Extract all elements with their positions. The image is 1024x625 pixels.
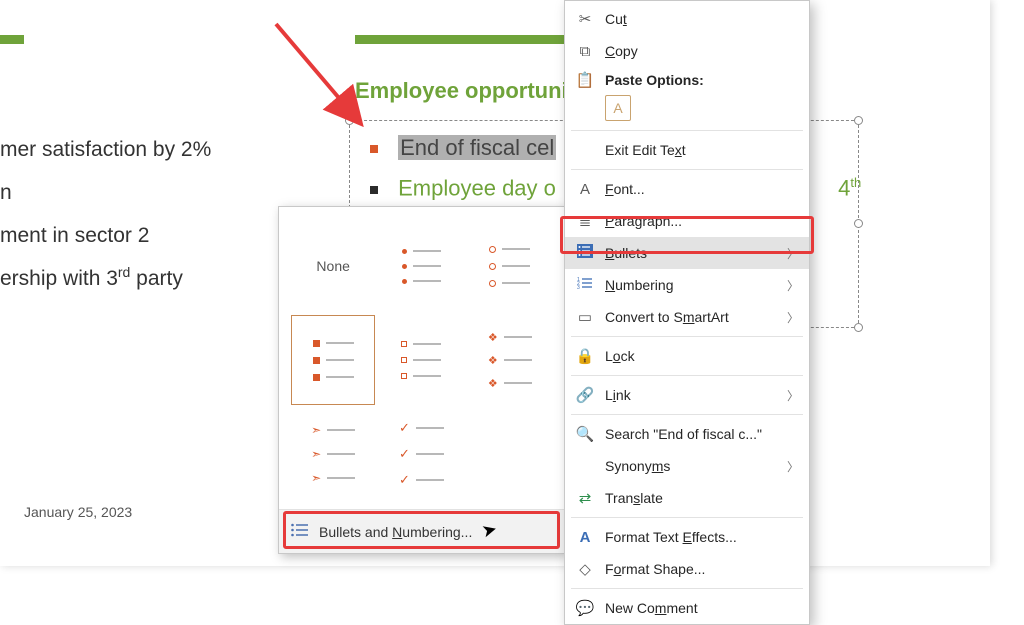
ctx-synonyms[interactable]: Synonyms 〉 <box>565 450 809 482</box>
submenu-arrow-icon: 〉 <box>787 309 799 326</box>
annotation-arrow <box>268 18 378 128</box>
bullet-text[interactable]: Employee day o <box>398 175 556 200</box>
bullet-option-hollow-square[interactable] <box>379 315 463 405</box>
format-shape-icon: ◇ <box>575 560 595 578</box>
section-title: Employee opportuni <box>355 78 568 104</box>
ctx-translate[interactable]: ⇄ Translate <box>565 482 809 514</box>
submenu-arrow-icon: 〉 <box>787 387 799 404</box>
ctx-copy[interactable]: ⧉ Copy <box>565 35 809 67</box>
slide-date: January 25, 2023 <box>24 504 132 520</box>
gallery-footer-label: Bullets and Numbering... <box>319 524 472 540</box>
separator <box>571 130 803 131</box>
paragraph-icon: ≣ <box>575 212 595 230</box>
context-menu[interactable]: ✂ Cut ⧉ Copy 📋 Paste Options: A Exit Edi… <box>564 0 810 625</box>
link-icon: 🔗 <box>575 386 595 404</box>
left-list-item: mer satisfaction by 2% <box>0 128 211 171</box>
ctx-new-comment[interactable]: 💬 New Comment <box>565 592 809 624</box>
ordinal-suffix: rd <box>118 264 130 280</box>
paste-option-keep-text[interactable]: A <box>605 95 631 121</box>
submenu-arrow-icon: 〉 <box>787 245 799 262</box>
selected-text[interactable]: End of fiscal cel <box>398 135 556 160</box>
ctx-bullets[interactable]: Bullets 〉 <box>565 237 809 269</box>
text-effects-icon: A <box>575 529 595 546</box>
ordinal-suffix: th <box>850 175 861 190</box>
ctx-lock[interactable]: 🔒 Lock <box>565 340 809 372</box>
resize-handle[interactable] <box>854 116 863 125</box>
bullet-option-diamonds[interactable]: ❖ ❖ ❖ <box>468 315 552 405</box>
bullets-and-numbering-button[interactable]: Bullets and Numbering... <box>279 509 564 553</box>
separator <box>571 517 803 518</box>
separator <box>571 414 803 415</box>
copy-icon: ⧉ <box>575 43 595 60</box>
bullet-option-filled-square[interactable] <box>291 315 375 405</box>
accent-bar-right <box>355 35 565 44</box>
bullet-marker-square-black <box>370 186 378 194</box>
submenu-arrow-icon: 〉 <box>787 277 799 294</box>
separator <box>571 375 803 376</box>
bullets-grid: None ❖ ❖ ❖ ➣ ➣ ➣ <box>279 207 564 503</box>
clipboard-icon: 📋 <box>575 71 595 89</box>
ctx-font[interactable]: A Font... <box>565 173 809 205</box>
bullets-list-icon <box>291 523 309 540</box>
ctx-search[interactable]: 🔍 Search "End of fiscal c..." <box>565 418 809 450</box>
left-list-text: ership with 3 <box>0 267 118 290</box>
separator <box>571 169 803 170</box>
left-list-text: party <box>130 267 183 290</box>
bullet-option-empty[interactable] <box>468 409 552 499</box>
left-list-item: ership with 3rd party <box>0 257 211 300</box>
bullet-option-dot[interactable] <box>379 221 463 311</box>
submenu-arrow-icon: 〉 <box>787 458 799 475</box>
separator <box>571 336 803 337</box>
ctx-numbering[interactable]: 123 Numbering 〉 <box>565 269 809 301</box>
bullet-option-arrow[interactable]: ➣ ➣ ➣ <box>291 409 375 499</box>
smartart-icon: ▭ <box>575 308 595 326</box>
ctx-cut[interactable]: ✂ Cut <box>565 3 809 35</box>
ctx-paste-options: A <box>565 93 809 127</box>
lock-icon: 🔒 <box>575 347 595 365</box>
separator <box>571 588 803 589</box>
none-label: None <box>316 258 349 274</box>
left-list-item: n <box>0 171 211 214</box>
left-list-item: ment in sector 2 <box>0 214 211 257</box>
numbering-icon: 123 <box>575 276 595 294</box>
svg-text:3: 3 <box>577 285 580 290</box>
search-icon: 🔍 <box>575 425 595 443</box>
translate-icon: ⇄ <box>575 489 595 507</box>
bullet-option-none[interactable]: None <box>291 221 375 311</box>
bullets-icon <box>575 244 595 262</box>
resize-handle[interactable] <box>854 323 863 332</box>
bullet-text[interactable]: 4 <box>838 175 850 200</box>
comment-icon: 💬 <box>575 599 595 617</box>
font-icon: A <box>575 181 595 198</box>
ctx-exit-edit-text[interactable]: Exit Edit Text <box>565 134 809 166</box>
bullet-item[interactable]: End of fiscal cel <box>370 135 556 161</box>
ctx-smartart[interactable]: ▭ Convert to SmartArt 〉 <box>565 301 809 333</box>
accent-bar-left <box>0 35 24 44</box>
ctx-paragraph[interactable]: ≣ Paragraph... <box>565 205 809 237</box>
ctx-format-shape[interactable]: ◇ Format Shape... <box>565 553 809 585</box>
bullet-marker-square-orange <box>370 145 378 153</box>
bullet-option-circle[interactable] <box>468 221 552 311</box>
ctx-link[interactable]: 🔗 Link 〉 <box>565 379 809 411</box>
resize-handle[interactable] <box>854 219 863 228</box>
left-bullet-list: mer satisfaction by 2% n ment in sector … <box>0 128 211 300</box>
bullet-option-check[interactable]: ✓ ✓ ✓ <box>379 409 463 499</box>
bullets-gallery[interactable]: None ❖ ❖ ❖ ➣ ➣ ➣ <box>278 206 565 554</box>
scissors-icon: ✂ <box>575 10 595 28</box>
ctx-paste-header: 📋 Paste Options: <box>565 67 809 93</box>
ctx-text-effects[interactable]: A Format Text Effects... <box>565 521 809 553</box>
